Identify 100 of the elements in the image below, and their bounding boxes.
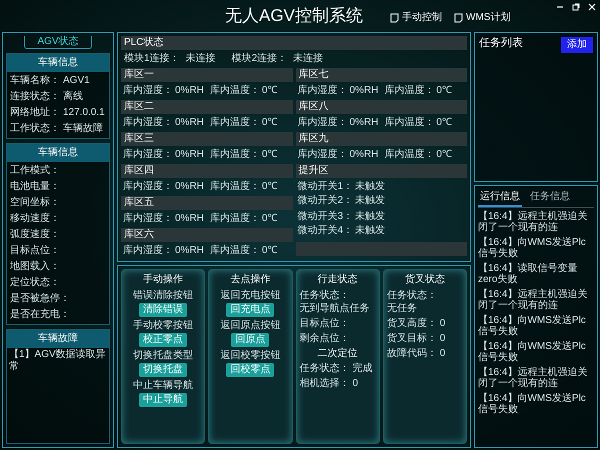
field-value: 0 bbox=[352, 378, 358, 390]
panel-title: 任务列表 bbox=[479, 37, 523, 49]
field-label: 是否在充电： bbox=[10, 309, 70, 321]
field-label: 库内温度： bbox=[384, 117, 434, 129]
field-label: 库内湿度： bbox=[123, 117, 173, 129]
field-label: 地图载入： bbox=[10, 261, 60, 273]
button-label: 中止车辆导航 bbox=[133, 380, 194, 392]
field-label: 库内温度： bbox=[210, 85, 260, 97]
field-value: 0 bbox=[440, 333, 446, 345]
field-value: 0℃ bbox=[262, 85, 278, 97]
field-value: 未连接 bbox=[186, 53, 216, 65]
field-value: 0%RH bbox=[175, 85, 204, 97]
field-value: 车辆故障 bbox=[63, 123, 103, 135]
field-label: 任务状态： bbox=[300, 290, 350, 302]
action-button[interactable]: 回原点 bbox=[231, 333, 270, 347]
field-value: 0%RH bbox=[350, 85, 378, 97]
zone-header: 库区七 bbox=[296, 68, 467, 82]
field-label: 库内湿度： bbox=[123, 213, 173, 225]
log-entry: 【16:4】向WMS发送Plc信号失败 bbox=[478, 340, 587, 364]
field-label: 电池电量： bbox=[10, 181, 60, 193]
zone-header: 库区六 bbox=[121, 228, 292, 242]
field-label: 剩余点位： bbox=[300, 333, 350, 345]
field-value: 未触发 bbox=[355, 195, 386, 207]
card-title: 手动操作 bbox=[142, 273, 184, 287]
field-value: 未连接 bbox=[293, 53, 324, 65]
field-label: 连接状态： bbox=[10, 91, 60, 103]
zone-header: 库区一 bbox=[121, 68, 292, 82]
log-entry: 【16:4】远程主机强迫关闭了一个现有的连 bbox=[478, 210, 588, 234]
field-label: 移动速度： bbox=[10, 213, 60, 225]
field-label: 货叉高度： bbox=[386, 318, 437, 330]
field-value: 0℃ bbox=[262, 213, 278, 225]
field-value: 0%RH bbox=[175, 149, 204, 161]
button-label: 切换托盘类型 bbox=[133, 350, 194, 362]
button-label: 返回原点按钮 bbox=[220, 320, 280, 332]
field-label: 库内温度： bbox=[210, 245, 260, 257]
document-icon bbox=[454, 13, 463, 23]
field-label: 目标点位： bbox=[10, 245, 60, 257]
log-tab[interactable]: 任务信息 bbox=[528, 189, 572, 207]
button-label: 返回充电按钮 bbox=[220, 290, 280, 302]
field-value: 0℃ bbox=[436, 117, 452, 129]
zone-header: 库区二 bbox=[121, 100, 292, 114]
field-value: 未触发 bbox=[355, 225, 386, 237]
field-label: 任务状态： bbox=[386, 290, 437, 302]
field-label: 库内温度： bbox=[210, 149, 260, 161]
field-label: 模块1连接： bbox=[124, 53, 180, 65]
field-label: 库内湿度： bbox=[123, 149, 173, 161]
field-label: 模块2连接： bbox=[232, 53, 288, 65]
action-button[interactable]: 校正零点 bbox=[139, 333, 188, 347]
field-value: 0℃ bbox=[262, 117, 278, 129]
card-title: 行走状态 bbox=[316, 273, 359, 287]
action-button[interactable]: 切换托盘 bbox=[139, 363, 188, 377]
field-label: 库内湿度： bbox=[298, 117, 348, 129]
field-value: 0 bbox=[440, 348, 446, 360]
field-value: 离线 bbox=[63, 91, 83, 103]
zone-header: 库区三 bbox=[121, 132, 292, 146]
field-label: 库内温度： bbox=[384, 85, 434, 97]
field-label: 库内湿度： bbox=[298, 149, 348, 161]
field-value: 无任务 bbox=[386, 303, 417, 315]
field-label: 微动开关1： bbox=[298, 181, 354, 193]
field-label: 任务状态： bbox=[300, 363, 350, 375]
log-entry: 【16:4】远程主机强迫关闭了一个现有的连 bbox=[478, 288, 588, 312]
window-title: 无人AGV控制系统 bbox=[225, 6, 363, 26]
field-value: 0℃ bbox=[436, 149, 452, 161]
field-value: 未触发 bbox=[355, 211, 386, 223]
close-icon[interactable] bbox=[588, 3, 596, 11]
field-label: 是否被急停： bbox=[10, 293, 70, 305]
log-entry: 【16:4】向WMS发送Plc信号失败 bbox=[478, 314, 587, 338]
add-button[interactable]: 添加 bbox=[561, 37, 593, 53]
field-label: 库内温度： bbox=[210, 181, 260, 193]
section-header: 车辆故障 bbox=[7, 330, 109, 348]
action-button[interactable]: 中止导航 bbox=[139, 393, 188, 407]
field-value: 无到导航点任务 bbox=[300, 303, 370, 315]
log-entry: 【16:4】向WMS发送Plc信号失败 bbox=[478, 392, 587, 416]
zone-header: 提升区 bbox=[296, 164, 467, 178]
action-button[interactable]: 回充电点 bbox=[226, 303, 274, 317]
field-label: 微动开关2： bbox=[298, 195, 354, 207]
header-button[interactable]: WMS计划 bbox=[454, 12, 510, 24]
header-button[interactable]: 手动控制 bbox=[390, 12, 442, 24]
document-icon bbox=[390, 13, 399, 23]
field-value: 0%RH bbox=[350, 117, 378, 129]
field-label: 相机选择： bbox=[300, 378, 350, 390]
field-label: 网络地址： bbox=[10, 107, 60, 119]
card-title: 货叉状态 bbox=[404, 273, 446, 287]
field-value: 0%RH bbox=[175, 117, 204, 129]
action-button[interactable]: 回校零点 bbox=[226, 363, 274, 377]
log-entry: 【16:4】读取信号变量zero失败 bbox=[478, 262, 578, 286]
field-value: 0℃ bbox=[262, 245, 278, 257]
field-value: 0℃ bbox=[436, 85, 452, 97]
restore-icon[interactable] bbox=[572, 3, 580, 11]
field-value: 0℃ bbox=[262, 149, 278, 161]
button-label: 错误清除按钮 bbox=[133, 290, 194, 302]
field-label: 空间坐标： bbox=[10, 197, 60, 209]
action-button[interactable]: 清除错误 bbox=[139, 303, 188, 317]
field-value: AGV1 bbox=[63, 75, 90, 87]
field-label: 库内湿度： bbox=[123, 245, 173, 257]
field-label: 弧度速度： bbox=[10, 229, 60, 241]
log-tab[interactable]: 运行信息 bbox=[478, 189, 522, 207]
field-label: 微动开关4： bbox=[298, 225, 354, 237]
button-label: 手动校零按钮 bbox=[133, 320, 194, 332]
field-label: 工作状态： bbox=[10, 123, 60, 135]
